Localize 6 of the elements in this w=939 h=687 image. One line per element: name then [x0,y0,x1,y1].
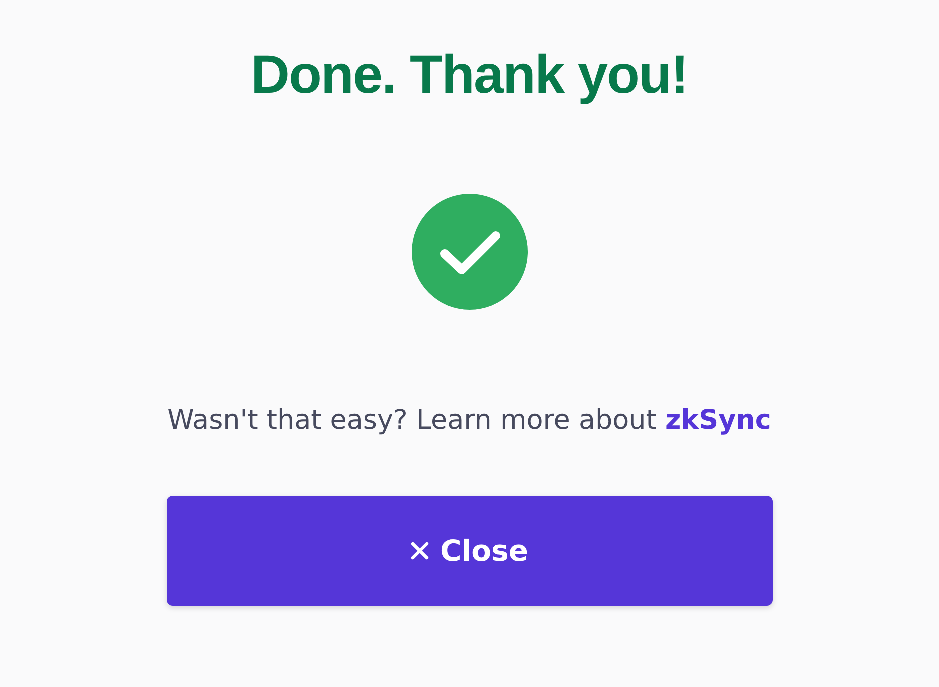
message: Wasn't that easy? Learn more about zkSync [168,404,772,438]
checkmark-icon [412,194,528,310]
close-button[interactable]: Close [166,496,772,606]
close-icon [410,541,430,561]
title: Done. Thank you! [250,44,688,107]
zksync-link[interactable]: zkSync [665,405,772,436]
